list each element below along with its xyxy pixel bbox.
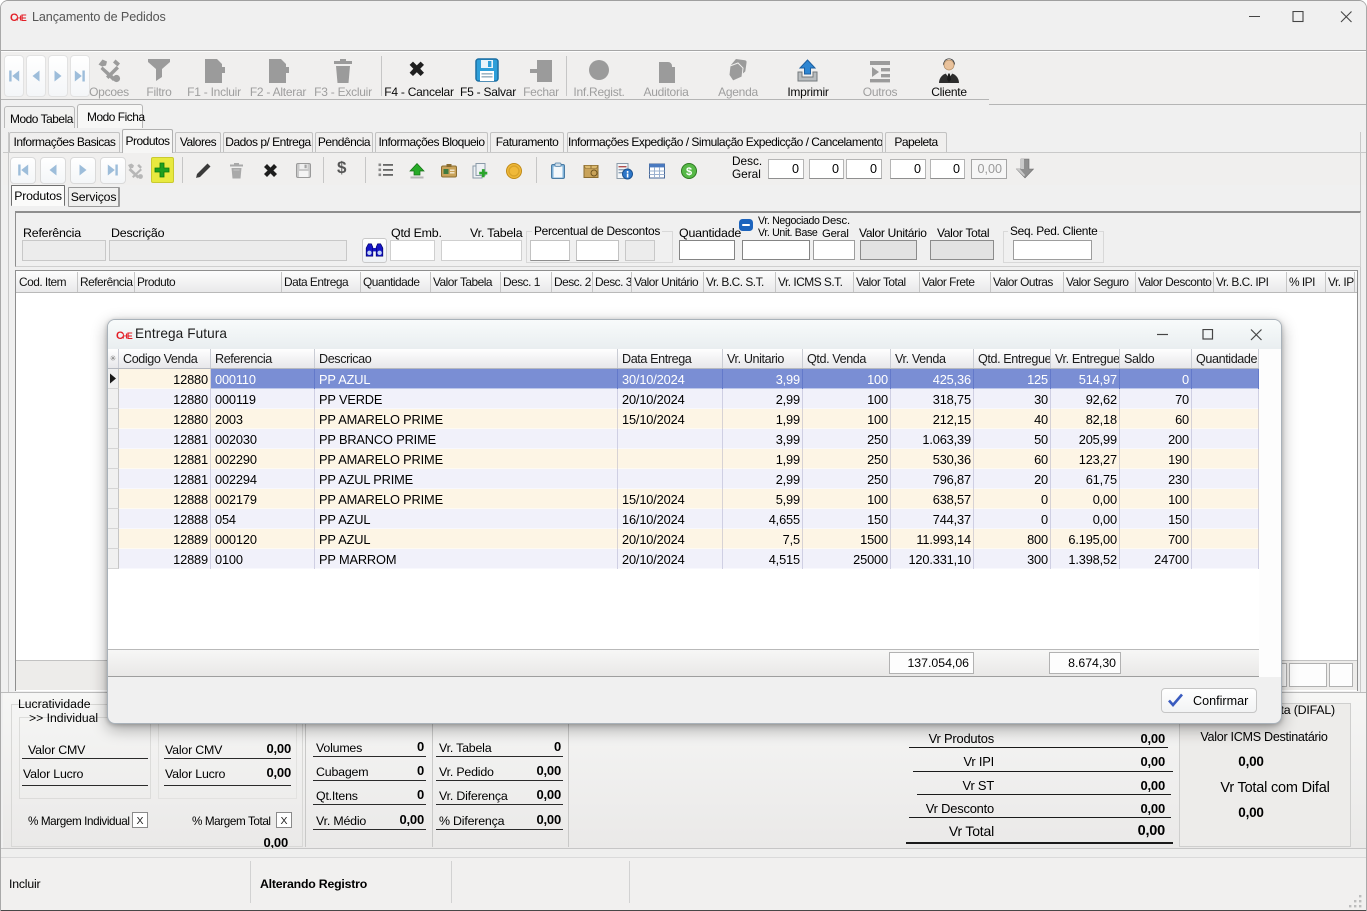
- svg-text:E: E: [21, 13, 27, 23]
- svg-text:E: E: [127, 331, 133, 341]
- svg-text:$: $: [686, 166, 692, 178]
